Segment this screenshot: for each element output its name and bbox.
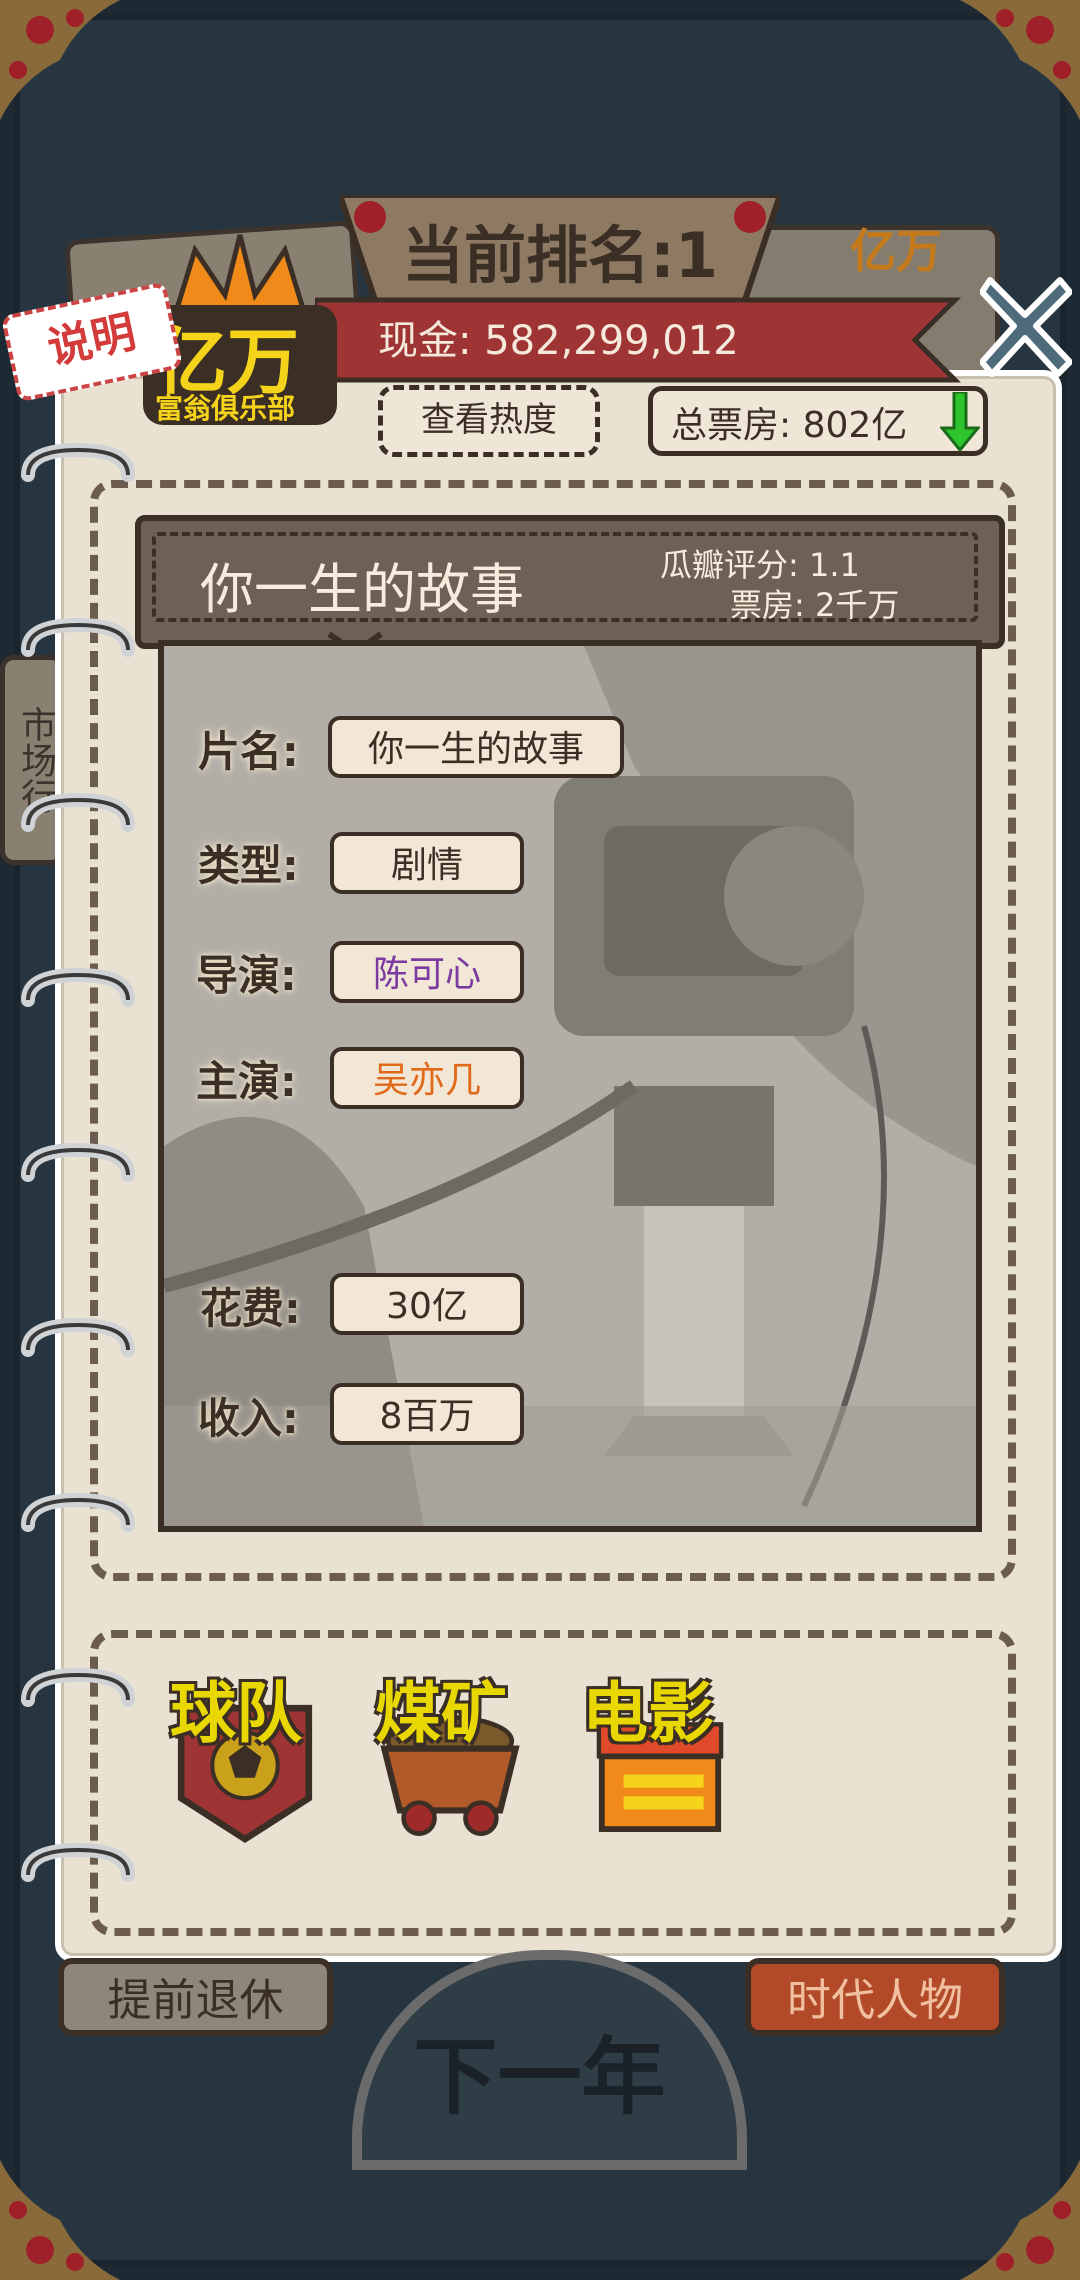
logo-sub-text: 富翁俱乐部: [155, 392, 296, 425]
total-boxoffice-text: 总票房: 802亿: [671, 405, 908, 446]
corner-ornament-icon: [0, 2160, 120, 2280]
field-label-cost: 花费:: [200, 1284, 301, 1333]
arrow-down-icon: [940, 392, 980, 452]
corner-ornament-icon: [960, 2160, 1080, 2280]
film-title: 你一生的故事: [200, 558, 524, 621]
industry-movie-button[interactable]: 电影: [570, 1660, 750, 1880]
binder-ring-icon: [18, 1490, 138, 1550]
field-label-name: 片名:: [198, 727, 299, 776]
corner-ornament-icon: [960, 0, 1080, 120]
industry-team-label: 球队: [170, 1675, 302, 1752]
binder-ring-icon: [18, 790, 138, 850]
field-value-genre: 剧情: [330, 832, 524, 894]
cash-amount: 现金: 582,299,012: [378, 318, 739, 364]
field-value-director: 陈可心: [330, 941, 524, 1003]
background-logo: 亿万: [850, 224, 942, 278]
field-label-actor: 主演:: [196, 1057, 297, 1106]
field-value-cost: 30亿: [330, 1273, 524, 1335]
binder-ring-icon: [18, 440, 138, 500]
total-boxoffice: 总票房: 802亿: [648, 386, 988, 456]
industry-coal-button[interactable]: 煤矿: [355, 1660, 545, 1880]
retire-early-button[interactable]: 提前退休: [58, 1958, 333, 2036]
field-value-actor: 吴亦几: [330, 1047, 524, 1109]
rank-title: 当前排名:1: [402, 219, 718, 292]
binder-ring-icon: [18, 1315, 138, 1375]
field-label-income: 收入:: [198, 1394, 299, 1443]
next-year-button[interactable]: 下一年: [352, 2010, 727, 2131]
field-label-genre: 类型:: [198, 841, 299, 890]
binder-ring-icon: [18, 1840, 138, 1900]
field-label-director: 导演:: [196, 951, 297, 1000]
binder-ring-icon: [18, 1140, 138, 1200]
industry-team-button[interactable]: 球队: [155, 1660, 335, 1880]
view-heat-button[interactable]: 查看热度: [378, 385, 600, 457]
film-boxoffice: 票房: 2千万: [730, 586, 900, 624]
industry-movie-label: 电影: [582, 1675, 714, 1752]
binder-ring-icon: [18, 615, 138, 675]
field-value-income: 8百万: [330, 1383, 524, 1445]
era-people-button[interactable]: 时代人物: [745, 1958, 1005, 2036]
binder-ring-icon: [18, 1665, 138, 1725]
industry-coal-label: 煤矿: [375, 1675, 507, 1752]
binder-ring-icon: [18, 965, 138, 1025]
close-icon[interactable]: [980, 270, 1072, 380]
corner-ornament-icon: [0, 0, 120, 120]
field-value-name: 你一生的故事: [328, 716, 624, 778]
